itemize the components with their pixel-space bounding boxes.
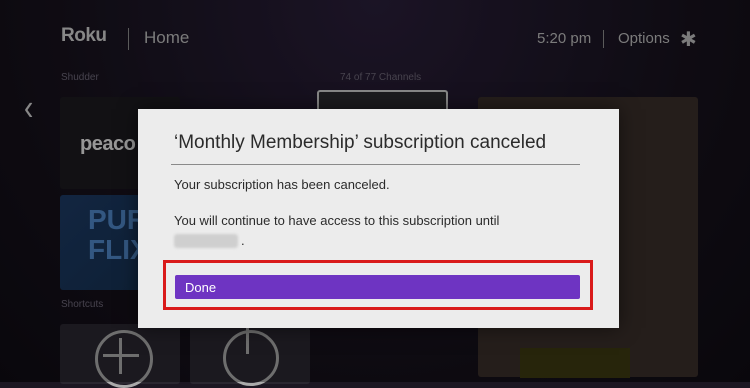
dialog-message: Your subscription has been canceled. bbox=[174, 177, 390, 192]
access-message-period: . bbox=[241, 233, 245, 248]
redacted-date bbox=[174, 234, 238, 248]
highlight-box bbox=[163, 260, 593, 310]
dialog-access-message: You will continue to have access to this… bbox=[174, 213, 500, 228]
dialog-title: ‘Monthly Membership’ subscription cancel… bbox=[174, 132, 547, 153]
dialog-divider bbox=[171, 164, 580, 165]
